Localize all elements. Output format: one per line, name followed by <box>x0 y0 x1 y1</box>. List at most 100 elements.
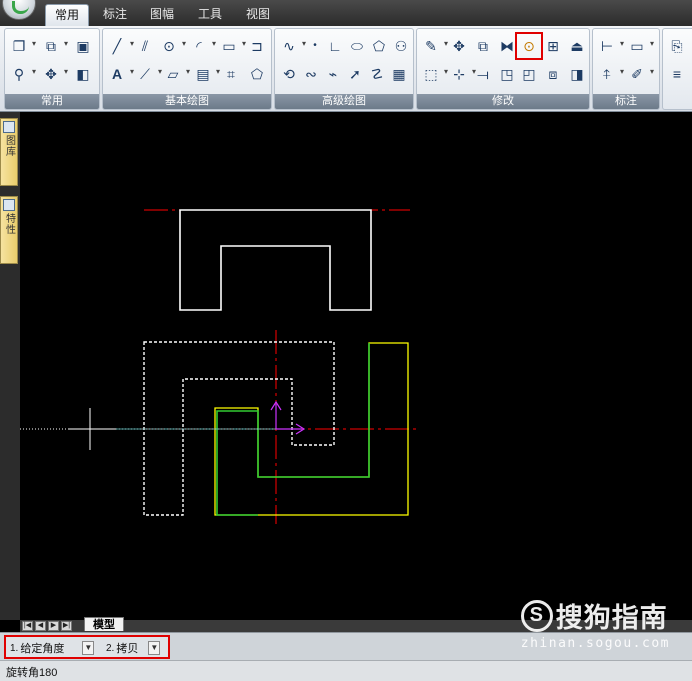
explode-icon[interactable]: ⧈ <box>543 64 563 84</box>
new-file-icon[interactable]: ❐ <box>9 36 36 56</box>
group-label-advanced-draw: 高级绘图 <box>275 94 413 109</box>
rotate-mode-value: 给定角度 <box>20 643 65 655</box>
crosshair-cursor <box>68 408 116 450</box>
library-palette-label: 图库 <box>3 135 15 157</box>
group-advanced-draw: ∿ • ∟ ⬭ ⬠ ⚇ ⟲ ∾ ⌁ ➚ ☡ ▦ 高级绘图 <box>274 28 414 110</box>
region-icon[interactable]: ⬠ <box>247 64 267 84</box>
group-label-modify: 修改 <box>417 94 589 109</box>
command-prompt: 旋转角180 <box>6 667 58 679</box>
table-icon[interactable]: ▦ <box>389 64 409 84</box>
offset-curve-icon[interactable]: ⟲ <box>279 64 299 84</box>
layer-icon[interactable]: ◧ <box>73 64 93 84</box>
tab-model[interactable]: 模型 <box>84 617 124 631</box>
dimension-style-icon[interactable]: ▭ <box>627 36 654 56</box>
tab-sheet[interactable]: 图幅 <box>143 4 181 26</box>
text-icon[interactable]: A <box>107 64 134 84</box>
properties-palette-label: 特性 <box>3 213 15 235</box>
rotate-options-group: 1. 给定角度 ▼ 2. 拷贝 ▼ <box>4 635 170 659</box>
top-view-shape[interactable] <box>144 209 410 311</box>
symbol-icon[interactable]: ⚇ <box>391 36 411 56</box>
line-icon[interactable]: ╱ <box>107 36 134 56</box>
drawing-canvas[interactable] <box>20 112 692 620</box>
open-file-icon[interactable]: ⧉ <box>41 36 68 56</box>
properties-icon <box>3 199 15 211</box>
watermark-brand: 搜狗指南 <box>555 603 668 633</box>
group-partial: ⎘ ≡ <box>662 28 692 110</box>
hatch-icon[interactable]: ▱ <box>163 64 190 84</box>
group-label-annotate: 标注 <box>593 94 659 109</box>
first-layout-button[interactable]: |◀ <box>22 621 33 631</box>
top-view-outline[interactable] <box>179 209 372 311</box>
option1-number: 1. <box>10 642 19 654</box>
save-icon[interactable]: ▣ <box>73 36 93 56</box>
spline-icon[interactable]: ∿ <box>279 36 306 56</box>
tab-common[interactable]: 常用 <box>45 4 89 26</box>
sogou-logo-icon: S <box>520 599 553 632</box>
watermark-logo: S 搜狗指南 <box>520 596 670 635</box>
extend-icon[interactable]: ⟞ <box>473 64 493 84</box>
chamfer-icon[interactable]: ◰ <box>519 64 539 84</box>
group-annotate: ⊢ ▭ ⍏ ✐ 标注 <box>592 28 660 110</box>
prev-layout-button[interactable]: ◀ <box>35 621 46 631</box>
drawing-area[interactable] <box>20 112 692 620</box>
block-icon[interactable]: ▤ <box>193 64 220 84</box>
linear-dimension-icon[interactable]: ⊢ <box>597 36 624 56</box>
app-logo[interactable] <box>2 0 36 20</box>
insert-icon[interactable]: ⌗ <box>221 64 241 84</box>
wave-line-icon[interactable]: ∾ <box>301 64 321 84</box>
tab-dimension[interactable]: 标注 <box>96 4 134 26</box>
delete-icon[interactable]: ✎ <box>421 36 448 56</box>
ellipse-icon[interactable]: ⬭ <box>347 36 367 56</box>
centerline-icon[interactable]: ⟋ <box>135 64 162 84</box>
ribbon-panel: ❐ ⧉ ▣ ⚲ ✥ ◧ 常用 ╱ ⫽ ⊙ ◜ ▭ ⊐ A ⟋ ▱ ▤ ⌗ ⬠ 基… <box>0 26 692 112</box>
line-weight-icon[interactable]: ≡ <box>667 64 687 84</box>
scale-icon[interactable]: ⏏ <box>567 36 587 56</box>
copy-icon[interactable]: ⧉ <box>473 36 493 56</box>
fillet-icon[interactable]: ◳ <box>497 64 517 84</box>
group-label-basic-draw: 基本绘图 <box>103 94 271 109</box>
rotate-icon[interactable]: ⊙ <box>515 32 543 60</box>
zoom-icon[interactable]: ⚲ <box>9 64 36 84</box>
array-icon[interactable]: ⊞ <box>543 36 563 56</box>
break-icon[interactable]: ⊹ <box>449 64 476 84</box>
sample-line-icon[interactable]: ☡ <box>367 64 387 84</box>
polyline-icon[interactable]: ⊐ <box>247 36 267 56</box>
library-icon <box>3 121 15 133</box>
break-line-icon[interactable]: ⌁ <box>323 64 343 84</box>
chevron-down-icon[interactable]: ▼ <box>82 641 95 655</box>
group-common: ❐ ⧉ ▣ ⚲ ✥ ◧ 常用 <box>4 28 100 110</box>
rectangle-icon[interactable]: ▭ <box>219 36 246 56</box>
stretch-icon[interactable]: ◨ <box>567 64 587 84</box>
copy-mode-select[interactable]: 2. 拷贝 ▼ <box>106 640 161 656</box>
tab-view[interactable]: 视图 <box>239 4 277 26</box>
left-palette-rail: 图库 特性 <box>0 112 20 620</box>
group-label-common: 常用 <box>5 94 99 109</box>
copy-mode-value: 拷贝 <box>116 643 139 655</box>
tab-tools[interactable]: 工具 <box>191 4 229 26</box>
trim-icon[interactable]: ⬚ <box>421 64 448 84</box>
ribbon-tab-bar: 常用 标注 图幅 工具 视图 <box>0 0 692 26</box>
edit-dimension-icon[interactable]: ✐ <box>627 64 654 84</box>
move-icon[interactable]: ✥ <box>449 36 469 56</box>
library-palette-tab[interactable]: 图库 <box>0 118 18 186</box>
coordinate-dimension-icon[interactable]: ⍏ <box>597 64 624 84</box>
arrow-icon[interactable]: ➚ <box>345 64 365 84</box>
group-basic-draw: ╱ ⫽ ⊙ ◜ ▭ ⊐ A ⟋ ▱ ▤ ⌗ ⬠ 基本绘图 <box>102 28 272 110</box>
rotate-mode-select[interactable]: 1. 给定角度 ▼ <box>10 640 95 656</box>
next-layout-button[interactable]: ▶ <box>48 621 59 631</box>
chevron-down-icon[interactable]: ▼ <box>148 641 161 655</box>
parallel-line-icon[interactable]: ⫽ <box>135 36 155 56</box>
status-bar: 旋转角180 <box>0 660 692 681</box>
point-icon[interactable]: • <box>305 36 325 56</box>
circle-icon[interactable]: ⊙ <box>159 36 186 56</box>
last-layout-button[interactable]: ▶| <box>61 621 72 631</box>
text-style-icon[interactable]: ⎘ <box>667 36 687 56</box>
polygon-icon[interactable]: ⬠ <box>369 36 389 56</box>
watermark: S 搜狗指南 zhinan.sogou.com <box>520 596 670 651</box>
corner-line-icon[interactable]: ∟ <box>325 36 345 56</box>
properties-palette-tab[interactable]: 特性 <box>0 196 18 264</box>
option2-number: 2. <box>106 642 115 654</box>
pan-icon[interactable]: ✥ <box>41 64 68 84</box>
arc-icon[interactable]: ◜ <box>189 36 216 56</box>
mirror-icon[interactable]: ⧓ <box>497 36 517 56</box>
